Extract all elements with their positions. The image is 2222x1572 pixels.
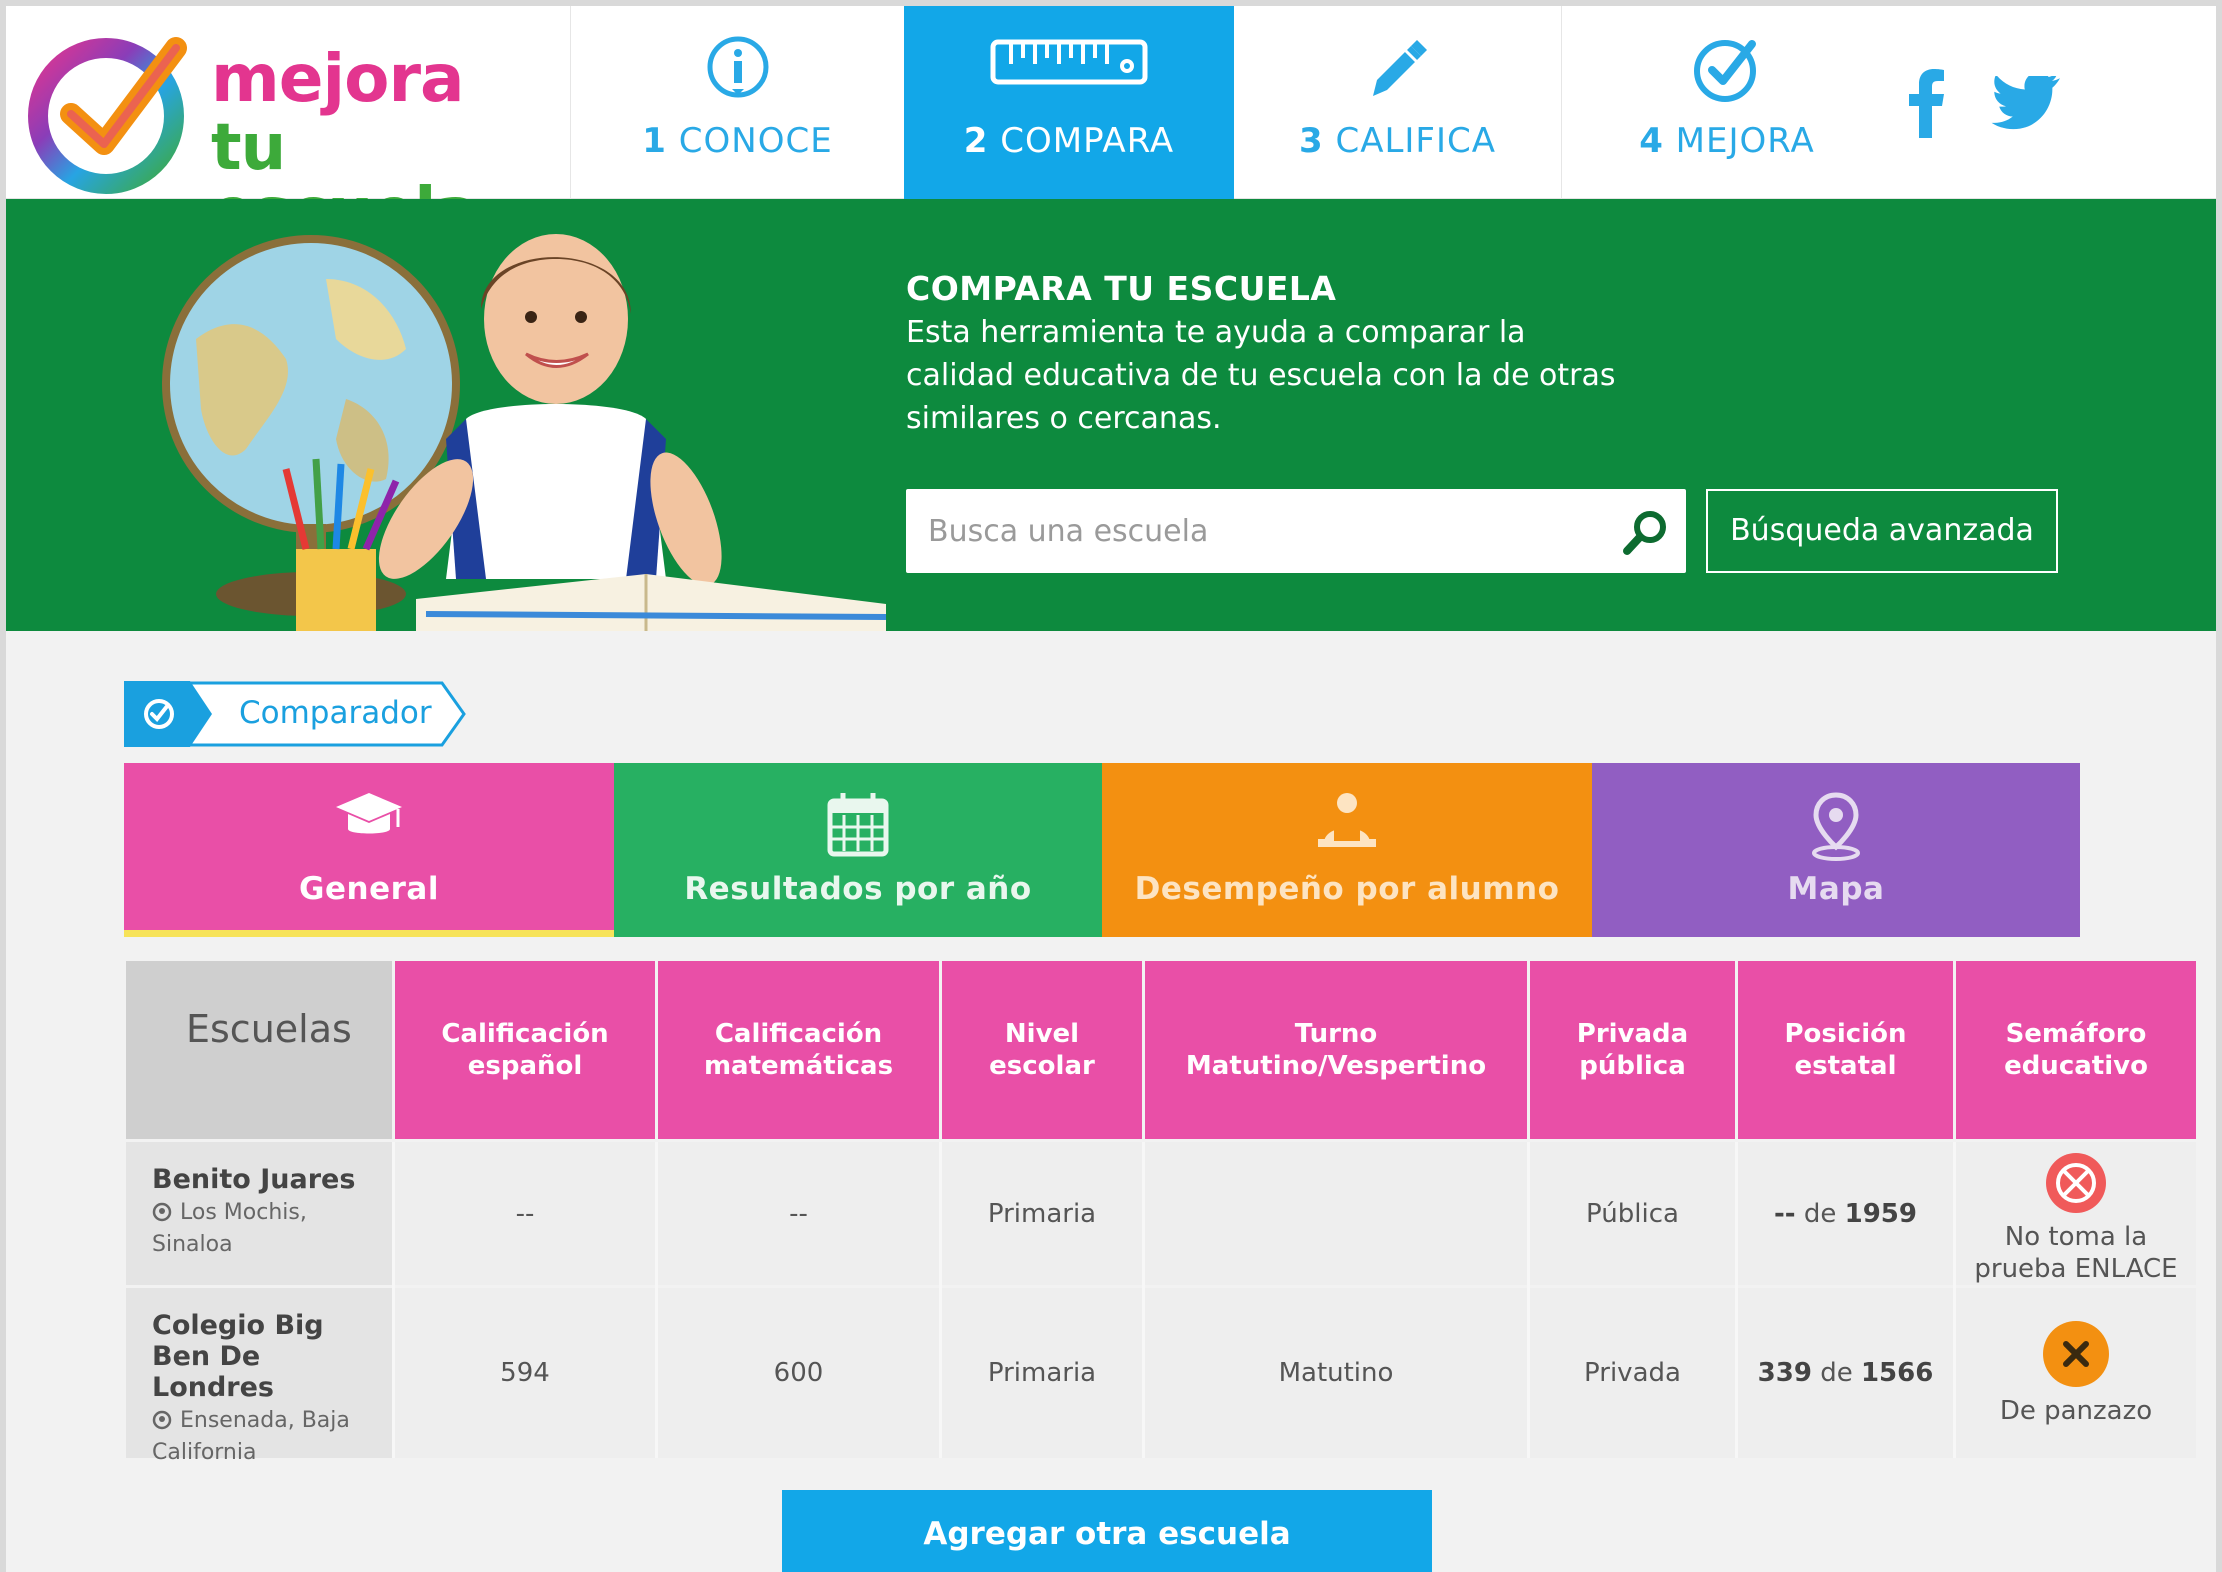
search-box xyxy=(906,489,1686,573)
tab-resultados-por-ano[interactable]: Resultados por año xyxy=(614,763,1102,937)
search-icon[interactable] xyxy=(1620,507,1670,557)
pen-icon xyxy=(1372,40,1427,96)
column-header: Calificación matemáticas xyxy=(658,961,939,1139)
column-divider xyxy=(392,1142,395,1458)
nav-tab-compara[interactable]: 2 COMPARA xyxy=(904,6,1234,199)
tab-label: Mapa xyxy=(1787,871,1885,907)
column-header: Nivel escolar xyxy=(942,961,1142,1139)
column-header: Escuelas xyxy=(126,961,392,1139)
tab-general[interactable]: General xyxy=(124,763,614,937)
nav-tab-label: 1 CONOCE xyxy=(642,121,833,161)
hero-title: COMPARA TU ESCUELA xyxy=(906,269,1337,308)
tab-mapa[interactable]: Mapa xyxy=(1592,763,2080,937)
table-row: Benito Juares Los Mochis, Sinaloa -- -- … xyxy=(126,1142,2196,1285)
logo-text-line1: mejora xyxy=(211,40,465,117)
logo-check-icon xyxy=(28,37,187,194)
tab-label: Desempeño por alumno xyxy=(1134,871,1560,907)
breadcrumb: Comparador xyxy=(124,681,484,747)
no-test-icon xyxy=(2046,1152,2106,1213)
school-location: Los Mochis, Sinaloa xyxy=(152,1200,307,1257)
search-input[interactable] xyxy=(906,489,1596,573)
school-cell: Colegio Big Ben De Londres Ensenada, Baj… xyxy=(126,1288,392,1465)
hero-banner: COMPARA TU ESCUELA Esta herramienta te a… xyxy=(6,199,2216,631)
page: mejora tu escuela 1 CONOCE xyxy=(6,6,2216,1572)
check-circle-icon xyxy=(1694,40,1756,102)
table-row: Colegio Big Ben De Londres Ensenada, Baj… xyxy=(126,1288,2196,1465)
info-icon xyxy=(707,36,768,98)
facebook-icon[interactable] xyxy=(1906,68,1946,138)
nav-tab-conoce[interactable]: 1 CONOCE xyxy=(571,6,904,199)
x-circle-icon xyxy=(2043,1321,2109,1387)
location-pin-icon xyxy=(152,1410,172,1430)
hero-illustration xyxy=(162,234,887,631)
location-pin-icon xyxy=(152,1202,172,1222)
espanol-score: 594 xyxy=(500,1358,550,1388)
column-header: Privada pública xyxy=(1530,961,1735,1139)
column-divider xyxy=(1142,1142,1145,1458)
map-pin-icon xyxy=(1812,792,1860,861)
nivel-escolar: Primaria xyxy=(987,1198,1097,1229)
graduation-cap-icon xyxy=(336,793,402,834)
tab-desempeno-por-alumno[interactable]: Desempeño por alumno xyxy=(1102,763,1592,937)
add-school-button[interactable]: Agregar otra escuela xyxy=(782,1490,1432,1572)
matematicas-score: 600 xyxy=(773,1358,824,1388)
school-name[interactable]: Colegio Big Ben De Londres xyxy=(152,1310,372,1403)
semaforo-educativo: No toma la prueba ENLACE xyxy=(1956,1142,2196,1285)
hero-description: Esta herramienta te ayuda a comparar la … xyxy=(906,315,1616,436)
nav-tab-mejora[interactable]: 4 MEJORA xyxy=(1562,6,1892,199)
site-logo[interactable]: mejora tu escuela xyxy=(26,26,546,244)
column-divider xyxy=(655,1142,658,1458)
column-divider xyxy=(1735,1142,1738,1458)
matematicas-score: -- xyxy=(789,1198,808,1229)
column-header: Calificación español xyxy=(395,961,655,1139)
tab-label: General xyxy=(299,871,439,907)
column-divider xyxy=(1527,1142,1530,1458)
nivel-escolar: Primaria xyxy=(987,1358,1097,1388)
semaforo-educativo: De panzazo xyxy=(1956,1288,2196,1458)
column-header: Turno Matutino/Vespertino xyxy=(1145,961,1527,1139)
school-cell: Benito Juares Los Mochis, Sinaloa xyxy=(126,1142,392,1285)
advanced-search-button[interactable]: Búsqueda avanzada xyxy=(1706,489,2058,573)
student-icon xyxy=(1318,793,1376,847)
tipo-escuela: Pública xyxy=(1586,1198,1679,1229)
breadcrumb-label[interactable]: Comparador xyxy=(239,695,432,731)
posicion-estatal: -- de 1959 xyxy=(1774,1198,1917,1229)
column-header: Posición estatal xyxy=(1738,961,1953,1139)
nav-tab-label: 3 CALIFICA xyxy=(1298,121,1497,161)
column-divider xyxy=(1953,1142,1956,1458)
posicion-estatal: 339 de 1566 xyxy=(1757,1358,1934,1388)
turno: Matutino xyxy=(1278,1358,1394,1388)
nav-tab-label: 2 COMPARA xyxy=(963,121,1175,161)
semaforo-label: De panzazo xyxy=(1999,1396,2153,1426)
top-navigation: mejora tu escuela 1 CONOCE xyxy=(6,6,2216,244)
check-circle-icon xyxy=(144,699,174,729)
twitter-icon[interactable] xyxy=(1991,76,2061,134)
ruler-icon xyxy=(990,39,1148,85)
nav-tab-label: 4 MEJORA xyxy=(1639,121,1815,161)
nav-tab-califica[interactable]: 3 CALIFICA xyxy=(1234,6,1561,199)
school-location: Ensenada, Baja California xyxy=(152,1408,350,1465)
espanol-score: -- xyxy=(515,1198,535,1229)
column-divider xyxy=(939,1142,942,1458)
tipo-escuela: Privada xyxy=(1584,1358,1681,1388)
turno xyxy=(1145,1142,1527,1285)
school-name[interactable]: Benito Juares xyxy=(152,1164,392,1195)
tab-label: Resultados por año xyxy=(684,871,1032,907)
column-header: Semáforo educativo xyxy=(1956,961,2196,1139)
calendar-icon xyxy=(827,793,889,857)
semaforo-label: No toma la prueba ENLACE xyxy=(1974,1221,2178,1284)
